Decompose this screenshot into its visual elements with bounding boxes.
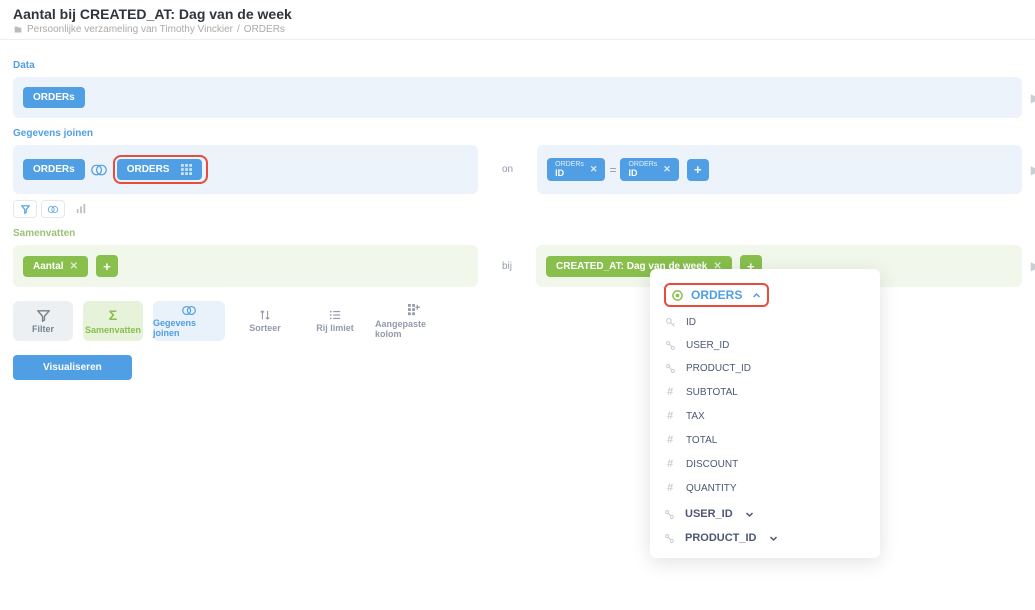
sort-button[interactable]: Sorteer (235, 301, 295, 341)
play-icon[interactable]: ▶ (1031, 259, 1035, 273)
type-icon (664, 340, 676, 351)
type-icon (664, 317, 676, 328)
venn-mini-icon[interactable] (41, 200, 65, 218)
filter-mini-icon[interactable] (13, 200, 37, 218)
highlight-join-table: ORDERS (113, 155, 209, 184)
group-option-user_id[interactable]: USER_ID (650, 500, 880, 524)
field-option-id[interactable]: ID (650, 311, 880, 334)
on-label: on (498, 164, 517, 175)
dropdown-table-header[interactable]: ORDERS (650, 279, 880, 311)
chevron-down-icon (769, 534, 778, 543)
join-cond-left[interactable]: ORDERs ID ✕ (547, 158, 605, 181)
collection-icon (13, 25, 23, 35)
sort-icon (259, 309, 271, 321)
join-left-pill[interactable]: ORDERs (23, 159, 85, 180)
close-icon[interactable]: ✕ (590, 164, 598, 175)
join-button[interactable]: Gegevens joinen (153, 301, 225, 341)
custom-column-button[interactable]: Aangepaste kolom (375, 301, 453, 341)
type-icon: # (664, 410, 676, 422)
table-dot-icon (672, 290, 683, 301)
play-icon[interactable]: ▶ (1031, 91, 1035, 105)
field-option-tax[interactable]: #TAX (650, 404, 880, 428)
group-option-product_id[interactable]: PRODUCT_ID (650, 524, 880, 548)
section-label-join: Gegevens joinen (13, 128, 1022, 139)
add-join-condition-button[interactable]: + (687, 159, 709, 181)
add-aggregate-button[interactable]: + (96, 255, 118, 277)
field-option-user_id[interactable]: USER_ID (650, 334, 880, 357)
limit-button[interactable]: Rij limiet (305, 301, 365, 341)
visualize-button[interactable]: Visualiseren (13, 355, 132, 380)
field-option-total[interactable]: #TOTAL (650, 428, 880, 452)
aggregate-panel: Aantal ✕ + (13, 245, 478, 287)
type-icon: # (664, 434, 676, 446)
breadcrumb: Persoonlijke verzameling van Timothy Vin… (13, 24, 1022, 35)
equals-separator: = (605, 163, 620, 177)
fk-icon (664, 533, 675, 544)
grid-icon (181, 164, 192, 175)
type-icon: # (664, 458, 676, 470)
filter-icon (37, 309, 50, 322)
venn-icon[interactable] (91, 162, 107, 178)
close-icon[interactable]: ✕ (663, 164, 671, 175)
chevron-down-icon (745, 510, 754, 519)
chevron-up-icon (752, 291, 761, 300)
field-option-discount[interactable]: #DISCOUNT (650, 452, 880, 476)
fk-icon (664, 509, 675, 520)
close-icon[interactable]: ✕ (70, 261, 78, 272)
join-right-panel: ORDERs ID ✕ = ORDERs ID ✕ + ▶ (537, 145, 1022, 194)
by-label: bij (498, 261, 516, 272)
field-picker-dropdown: ORDERS IDUSER_IDPRODUCT_ID#SUBTOTAL#TAX#… (650, 269, 880, 558)
join-mini-actions (13, 200, 1022, 218)
join-left-panel: ORDERs ORDERS (13, 145, 478, 194)
field-option-quantity[interactable]: #QUANTITY (650, 476, 880, 500)
field-option-subtotal[interactable]: #SUBTOTAL (650, 380, 880, 404)
breadcrumb-item[interactable]: ORDERs (244, 24, 285, 35)
page-title: Aantal bij CREATED_AT: Dag van de week (13, 6, 1022, 22)
filter-button[interactable]: Filter (13, 301, 73, 341)
grid-plus-icon (408, 304, 421, 317)
breadcrumb-collection[interactable]: Persoonlijke verzameling van Timothy Vin… (27, 24, 233, 35)
chart-mini-icon[interactable] (69, 200, 93, 218)
play-icon[interactable]: ▶ (1031, 163, 1035, 177)
type-icon: # (664, 482, 676, 494)
data-panel: ORDERs ▶ (13, 77, 1022, 118)
join-cond-right[interactable]: ORDERs ID ✕ (620, 158, 678, 181)
page-header: Aantal bij CREATED_AT: Dag van de week P… (0, 0, 1035, 40)
aggregate-pill[interactable]: Aantal ✕ (23, 256, 88, 277)
section-label-summarize: Samenvatten (13, 228, 1022, 239)
field-option-product_id[interactable]: PRODUCT_ID (650, 357, 880, 380)
section-label-data: Data (13, 60, 1022, 71)
type-icon: # (664, 386, 676, 398)
type-icon (664, 363, 676, 374)
sigma-icon: Σ (109, 307, 117, 323)
list-icon (329, 309, 341, 321)
venn-icon (181, 305, 197, 316)
data-source-pill[interactable]: ORDERs (23, 87, 85, 108)
summarize-button[interactable]: Σ Samenvatten (83, 301, 143, 341)
join-right-pill[interactable]: ORDERS (117, 159, 203, 180)
